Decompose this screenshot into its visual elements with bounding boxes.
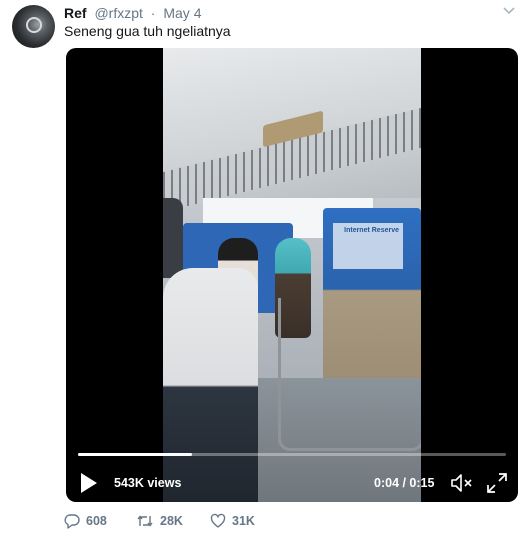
progress-bar[interactable] <box>78 453 506 456</box>
progress-fill <box>78 453 193 456</box>
passenger-head-foreground <box>163 198 183 278</box>
like-button[interactable]: 31K <box>210 513 255 531</box>
view-count: 543K views <box>114 476 182 490</box>
passenger-foreground <box>163 268 258 502</box>
avatar[interactable] <box>12 5 55 48</box>
retweet-count: 28K <box>160 514 183 528</box>
separator-dot: · <box>150 5 156 21</box>
retweet-icon <box>137 515 153 527</box>
video-frame: Internet Reserve <box>163 48 421 502</box>
user-handle[interactable]: @rfxzpt <box>94 5 142 21</box>
display-name[interactable]: Ref <box>64 5 87 21</box>
like-count: 31K <box>232 514 255 528</box>
heart-icon <box>210 513 226 528</box>
video-player[interactable]: Internet Reserve 543K views 0:04 / 0:15 <box>66 48 518 502</box>
chevron-down-icon[interactable] <box>502 6 518 18</box>
retweet-button[interactable]: 28K <box>136 513 183 531</box>
tweet-date[interactable]: May 4 <box>163 5 201 21</box>
tweet-header: Ref @rfxzpt · May 4 <box>64 5 201 22</box>
tweet-text: Seneng gua tuh ngeliatnya <box>64 23 231 39</box>
reply-icon <box>64 514 80 529</box>
avatar-image <box>26 17 42 33</box>
chair-frame <box>278 298 421 451</box>
video-time: 0:04 / 0:15 <box>374 476 435 490</box>
volume-icon[interactable] <box>450 472 474 494</box>
fullscreen-icon[interactable] <box>486 472 508 494</box>
tweet[interactable]: Ref @rfxzpt · May 4 Seneng gua tuh ngeli… <box>0 0 528 539</box>
seat-sign: Internet Reserve <box>333 223 403 269</box>
reply-button[interactable]: 608 <box>64 513 107 531</box>
play-icon[interactable] <box>80 472 98 494</box>
reply-count: 608 <box>86 514 107 528</box>
